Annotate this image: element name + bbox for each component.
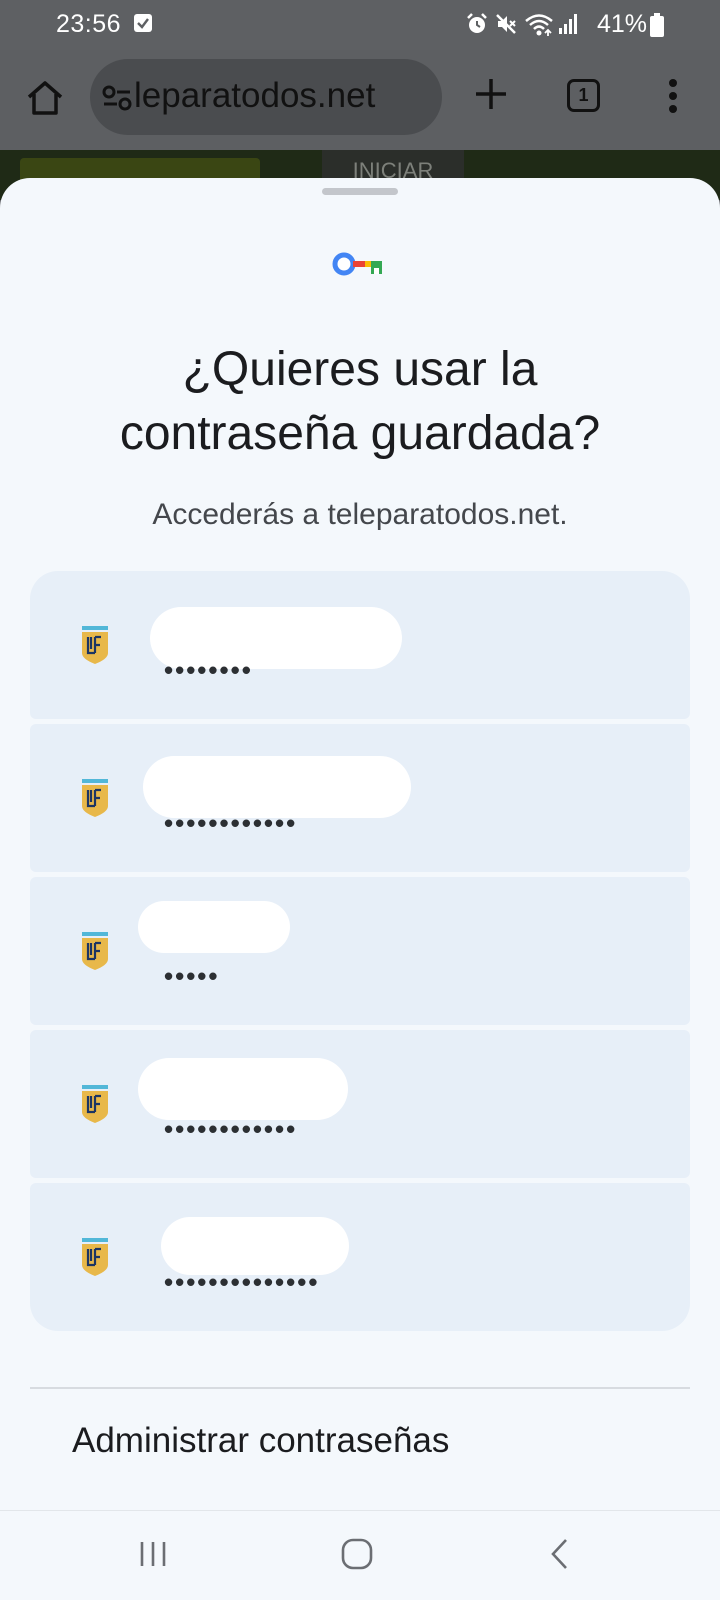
password-mask: •••••••••••• [164, 808, 298, 838]
password-mask: •••••••••••••• [164, 1267, 320, 1297]
battery-icon [650, 13, 664, 42]
status-bar: 23:56 41% [0, 0, 720, 50]
account-row[interactable]: •••••••••••• [30, 724, 690, 872]
key-icon [332, 250, 388, 283]
divider [30, 1387, 690, 1389]
account-row[interactable]: •••••••• [30, 571, 690, 719]
username-redacted [138, 901, 290, 953]
site-shield-icon [81, 778, 109, 823]
status-time: 23:56 [56, 10, 122, 38]
plus-icon[interactable] [474, 77, 508, 116]
signal-icon [558, 12, 580, 41]
url-text[interactable]: leparatodos.net [134, 76, 375, 116]
check-icon [134, 14, 152, 32]
site-shield-icon [81, 625, 109, 670]
wifi-icon [524, 12, 554, 43]
site-info-icon[interactable] [102, 84, 132, 117]
username-redacted [138, 1058, 348, 1120]
password-mask: •••••••• [164, 655, 253, 685]
back-icon[interactable] [548, 1537, 570, 1576]
sheet-title: ¿Quieres usar la contraseña guardada? [119, 343, 601, 460]
site-shield-icon [81, 1084, 109, 1129]
site-shield-icon [81, 931, 109, 976]
site-shield-icon [81, 1237, 109, 1282]
tabs-icon[interactable]: 1 [567, 79, 600, 112]
menu-icon[interactable] [668, 78, 678, 119]
account-row[interactable]: •••••••••••••• [30, 1183, 690, 1331]
password-mask: •••••••••••• [164, 1114, 298, 1144]
manage-passwords-button[interactable]: Administrar contraseñas [72, 1421, 449, 1461]
sheet-subtitle: Accederás a teleparatodos.net. [152, 498, 568, 531]
account-list: •••••••• •••••••••••• ••••• •••••••••••• [30, 571, 690, 1331]
home-nav-icon[interactable] [340, 1537, 374, 1576]
mute-icon [494, 12, 518, 41]
url-bar[interactable]: leparatodos.net [90, 59, 442, 135]
password-mask: ••••• [164, 961, 220, 991]
system-nav-bar [0, 1510, 720, 1600]
account-row[interactable]: ••••• [30, 877, 690, 1025]
recents-icon[interactable] [138, 1539, 168, 1574]
alarm-icon [465, 12, 489, 41]
drag-handle[interactable] [322, 188, 398, 195]
account-row[interactable]: •••••••••••• [30, 1030, 690, 1178]
home-icon[interactable] [26, 80, 64, 121]
battery-percent: 41% [597, 10, 648, 38]
password-bottom-sheet: ¿Quieres usar la contraseña guardada? Ac… [0, 178, 720, 1600]
browser-toolbar: leparatodos.net 1 [0, 50, 720, 150]
